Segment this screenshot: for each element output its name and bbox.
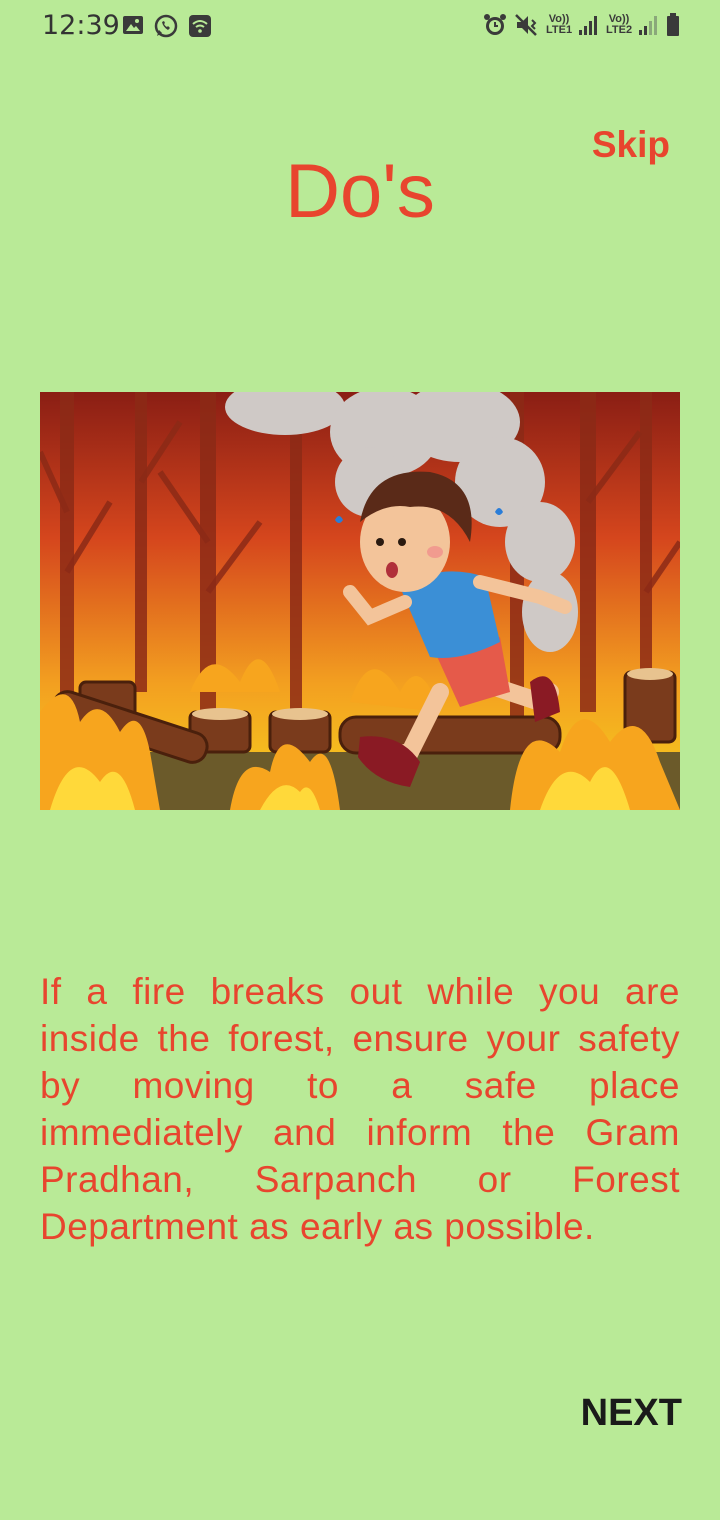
volte-lte1-icon: Vo)) LTE1 xyxy=(546,13,573,36)
wifi-call-icon xyxy=(189,15,211,37)
image-icon xyxy=(123,16,143,34)
mute-icon xyxy=(515,14,537,36)
boy-running-from-fire-image xyxy=(40,392,680,810)
signal-icon xyxy=(639,16,657,35)
status-left-icons xyxy=(122,14,212,38)
volte-lte2-icon: Vo)) LTE2 xyxy=(606,13,633,36)
signal-icon xyxy=(579,16,597,35)
status-bar: 12:39 Vo)) LTE1 Vo)) LTE2 xyxy=(0,0,720,56)
next-button[interactable]: NEXT xyxy=(581,1392,682,1435)
whatsapp-icon xyxy=(154,14,178,38)
status-time: 12:39 xyxy=(42,10,120,41)
status-right-icons: Vo)) LTE1 Vo)) LTE2 xyxy=(482,12,680,38)
forest-fire-illustration xyxy=(40,392,680,810)
alarm-icon xyxy=(484,14,506,35)
page-title: Do's xyxy=(285,149,435,234)
battery-icon xyxy=(667,13,679,36)
dos-description-text: If a fire breaks out while you are insid… xyxy=(40,971,680,1247)
